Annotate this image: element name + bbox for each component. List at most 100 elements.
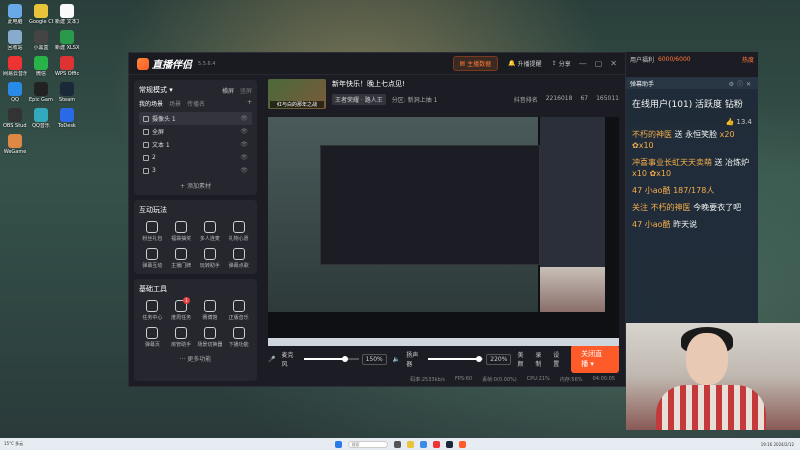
tool-button[interactable]: 场景切换器: [197, 327, 224, 348]
danmaku-user[interactable]: 冲喜事业长虹天天卖萌: [632, 158, 712, 167]
scene-panel: 常规模式 ▾ 横屏 竖屏 我的场景 场景 传播名 + 摄像头 1 👁 全屏 👁 文本 1…: [134, 80, 257, 195]
more-features-button[interactable]: ··· 更多功能: [139, 354, 252, 363]
desktop-icon[interactable]: Google Chrome: [29, 4, 53, 25]
close-icon[interactable]: ✕: [610, 59, 617, 68]
tool-button[interactable]: 主播门牌: [168, 248, 195, 269]
desktop-icon[interactable]: Epic Games Launcher: [29, 82, 53, 103]
danmaku-message: 冲喜事业长虹天天卖萌 送 冶炼炉 x10 ✿x10: [626, 154, 758, 182]
app-icon: [60, 30, 74, 44]
weather-widget[interactable]: 15°C 多云: [4, 441, 23, 447]
danmaku-settings-icon[interactable]: ⚙ⓘ✕: [729, 79, 754, 88]
stream-title[interactable]: 新年快乐！晚上七点见!: [332, 79, 619, 89]
live-companion-icon[interactable]: [458, 440, 466, 448]
chart-icon: ▤: [459, 60, 466, 67]
status-item: 04:00:05: [592, 376, 615, 382]
desktop-icon-label: Google Chrome: [29, 19, 53, 25]
share-button[interactable]: ⇪ 分享: [552, 59, 571, 68]
app-icon[interactable]: [432, 440, 440, 448]
tool-button[interactable]: 礼物心愿: [225, 221, 252, 242]
beauty-button[interactable]: 美颜: [517, 350, 527, 368]
tool-label: 多人连麦: [199, 236, 220, 242]
streamer-data-button[interactable]: ▤ 主播数据: [452, 56, 499, 71]
tab-scenes[interactable]: 场景: [169, 99, 181, 108]
taskbar-search[interactable]: 搜索: [347, 440, 388, 448]
scene-source-item[interactable]: 文本 1 👁: [139, 138, 252, 151]
category-chip[interactable]: 王者荣耀 · 路人王: [332, 94, 386, 105]
desktop-icon[interactable]: OBS Studio: [3, 108, 27, 129]
tool-button[interactable]: 玩转助手: [197, 248, 224, 269]
mic-icon[interactable]: 🎤: [268, 356, 275, 363]
scene-source-item[interactable]: 全屏 👁: [139, 125, 252, 138]
add-scene-icon[interactable]: +: [247, 99, 252, 108]
desktop-icon[interactable]: 此电脑: [3, 4, 27, 25]
maximize-icon[interactable]: ▢: [595, 59, 603, 68]
mode-dropdown[interactable]: 常规模式 ▾: [139, 85, 173, 95]
desktop-icon-label: 新建 XLSX 工作表: [55, 45, 79, 51]
tool-button[interactable]: 弹幕互动: [139, 248, 166, 269]
edge-icon[interactable]: [419, 440, 427, 448]
tool-button[interactable]: 福袋抽奖: [168, 221, 195, 242]
tool-button[interactable]: 赛博馆: [197, 300, 224, 321]
stream-preview[interactable]: [268, 117, 619, 346]
visibility-icon[interactable]: 👁: [240, 128, 248, 135]
app-icon: [34, 4, 48, 18]
settings-button[interactable]: 设置: [553, 350, 563, 368]
visibility-icon[interactable]: 👁: [240, 154, 248, 161]
danmaku-user[interactable]: 关注 不朽的神医: [632, 203, 691, 212]
desktop-icon[interactable]: WPS Office: [55, 56, 79, 77]
status-item: 内存:56%: [559, 376, 583, 383]
start-icon[interactable]: [334, 440, 342, 448]
tool-button[interactable]: 弹幕点歌: [225, 248, 252, 269]
desktop-icon[interactable]: QQ: [3, 82, 27, 103]
stream-cover[interactable]: 红与白的那年之战: [268, 79, 326, 109]
danmaku-user[interactable]: 不朽的神医: [632, 130, 672, 139]
desktop-icon[interactable]: 网易云音乐: [3, 56, 27, 77]
tool-button[interactable]: 多人连麦: [197, 221, 224, 242]
danmaku-user[interactable]: 47 小ao酷: [632, 186, 671, 195]
desktop-icon[interactable]: 新建 文本文档: [55, 4, 79, 25]
task-view-icon[interactable]: [393, 440, 401, 448]
desktop-icon[interactable]: QQ音乐: [29, 108, 53, 129]
scene-source-item[interactable]: 摄像头 1 👁: [139, 112, 252, 125]
visibility-icon[interactable]: 👁: [240, 167, 248, 174]
desktop-icon[interactable]: 微信: [29, 56, 53, 77]
speaker-slider[interactable]: 220%: [428, 353, 512, 365]
add-source-button[interactable]: + 添加素材: [139, 181, 252, 190]
stream-stat: 抖音排名: [513, 97, 538, 104]
tool-button[interactable]: 1 度周任务: [168, 297, 195, 321]
desktop-icon[interactable]: 回收站: [3, 30, 27, 51]
record-button[interactable]: 录制: [535, 350, 545, 368]
tab-broadcast[interactable]: 传播名: [187, 99, 205, 108]
tool-button[interactable]: 正版音乐: [225, 300, 252, 321]
visibility-icon[interactable]: 👁: [240, 115, 248, 122]
preview-nested-app: [320, 145, 540, 265]
file-explorer-icon[interactable]: [406, 440, 414, 448]
desktop-icon[interactable]: ToDesk: [55, 108, 79, 129]
reminder-button[interactable]: 🔔 升播提醒: [508, 59, 542, 68]
desktop-icon[interactable]: Steam: [55, 82, 79, 103]
portrait-toggle[interactable]: 竖屏: [240, 86, 252, 95]
webcam-overlay: [626, 323, 800, 430]
speaker-icon[interactable]: 🔈: [393, 356, 400, 363]
steam-icon[interactable]: [445, 440, 453, 448]
tool-button[interactable]: 下播功能: [225, 327, 252, 348]
visibility-icon[interactable]: 👁: [240, 141, 248, 148]
close-live-button[interactable]: 关闭直播 ▾: [571, 345, 619, 373]
minimize-icon[interactable]: —: [579, 59, 587, 68]
desktop-icon[interactable]: 小黑盒: [29, 30, 53, 51]
danmaku-text: 昨天说: [673, 220, 698, 229]
tool-button[interactable]: 粉丝礼包: [139, 221, 166, 242]
desktop-icon[interactable]: WeGame: [3, 134, 27, 155]
scene-source-item[interactable]: 3 👁: [139, 164, 252, 177]
hot-badge[interactable]: 热度: [742, 55, 754, 64]
tool-label: 度周任务: [171, 315, 192, 321]
desktop-icon[interactable]: 新建 XLSX 工作表: [55, 30, 79, 51]
tool-button[interactable]: 弹幕页: [139, 327, 166, 348]
danmaku-user[interactable]: 47 小ao酷: [632, 220, 671, 229]
tool-button[interactable]: 房管助手: [168, 327, 195, 348]
mic-slider[interactable]: 150%: [303, 353, 387, 365]
tool-button[interactable]: 任务中心: [139, 300, 166, 321]
scene-source-item[interactable]: 2 👁: [139, 151, 252, 164]
landscape-toggle[interactable]: 横屏: [222, 86, 234, 95]
tool-icon: [232, 300, 245, 312]
